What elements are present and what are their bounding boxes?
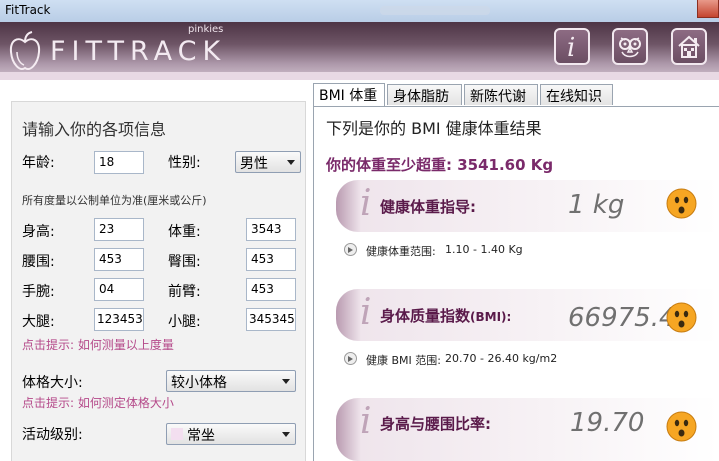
chevron-down-icon <box>287 160 295 165</box>
logo-subtitle: pinkies <box>188 24 224 35</box>
hip-label: 臀围: <box>168 254 201 270</box>
card-title-suffix: (BMI): <box>470 310 512 324</box>
units-note: 所有度量以公制单位为准(厘米或公斤) <box>22 194 207 207</box>
waist-label: 腰围: <box>22 254 55 270</box>
bmi-card: i 身体质量指数(BMI): 66975.4 <box>336 289 719 341</box>
forearm-label: 前臂: <box>168 284 201 300</box>
healthy-weight-card: i 健康体重指导: 1 kg <box>336 180 719 232</box>
card-value: 66975.4 <box>568 303 676 333</box>
activity-level-value: 常坐 <box>187 428 215 444</box>
range-value: 1.10 - 1.40 Kg <box>445 243 523 256</box>
measure-hint-link[interactable]: 点击提示: 如何测量以上度量 <box>22 336 174 353</box>
app-header: FITTRACK pinkies i <box>0 22 719 80</box>
weight-label: 体重: <box>168 224 201 240</box>
age-label: 年龄: <box>22 155 55 171</box>
calf-label: 小腿: <box>168 314 201 330</box>
height-label: 身高: <box>22 224 55 240</box>
worried-face-icon <box>666 302 697 333</box>
chevron-down-icon <box>282 379 290 384</box>
age-input[interactable]: 18 <box>94 151 144 174</box>
home-button[interactable] <box>671 28 707 65</box>
thigh-input[interactable]: 123453 <box>94 308 144 331</box>
owl-icon <box>619 37 641 58</box>
card-title-main: 身体质量指数 <box>380 307 471 325</box>
owl-button[interactable] <box>612 28 648 65</box>
wrist-input[interactable]: 04 <box>94 278 144 301</box>
range-value: 20.70 - 26.40 kg/m2 <box>445 352 558 365</box>
card-title: 身体质量指数(BMI): <box>380 305 511 326</box>
card-title: 身高与腰围比率: <box>380 415 491 433</box>
header-band <box>0 72 719 80</box>
card-title: 健康体重指导: <box>380 198 476 216</box>
calf-input[interactable]: 345345 <box>246 308 296 331</box>
apple-logo-icon <box>9 31 41 70</box>
hip-input[interactable]: 453 <box>246 248 296 271</box>
activity-level-select[interactable]: 常坐 <box>166 423 296 445</box>
window-title: FitTrack <box>5 3 51 17</box>
close-button[interactable] <box>697 0 719 18</box>
overweight-text: 你的体重至少超重: 3541.60 Kg <box>326 156 554 174</box>
gender-select[interactable]: 男性 <box>235 151 301 173</box>
frame-size-select[interactable]: 较小体格 <box>166 370 296 392</box>
results-heading: 下列是你的 BMI 健康体重结果 <box>326 119 542 138</box>
card-value: 19.70 <box>570 408 645 438</box>
tab-metabolism[interactable]: 新陈代谢 <box>464 84 538 105</box>
forearm-input[interactable]: 453 <box>246 278 296 301</box>
info-icon: i <box>567 33 575 60</box>
title-blur <box>380 6 490 15</box>
tab-bmi-weight[interactable]: BMI 体重 <box>313 83 385 106</box>
worried-face-icon <box>666 188 697 219</box>
tab-body-fat[interactable]: 身体脂肪 <box>387 84 462 105</box>
logo-text: FITTRACK <box>50 36 227 67</box>
card-value: 1 kg <box>568 190 625 220</box>
wrist-label: 手腕: <box>22 284 55 300</box>
range-arrow-icon <box>344 243 357 256</box>
form-title: 请输入你的各项信息 <box>22 120 167 139</box>
gender-label: 性别: <box>168 155 201 171</box>
info-icon: i <box>360 401 372 442</box>
height-input[interactable]: 23 <box>94 218 144 241</box>
svg-text:i: i <box>567 33 575 60</box>
tab-online-knowledge[interactable]: 在线知识 <box>540 84 613 105</box>
range-arrow-icon <box>344 352 357 365</box>
thigh-label: 大腿: <box>22 314 55 330</box>
title-bar: FitTrack <box>0 0 719 23</box>
waist-input[interactable]: 453 <box>94 248 144 271</box>
range-label: 健康 BMI 范围: <box>366 354 441 367</box>
weight-input[interactable]: 3543 <box>246 218 296 241</box>
info-icon: i <box>360 183 372 224</box>
activity-swatch <box>171 428 183 440</box>
frame-hint-link[interactable]: 点击提示: 如何测定体格大小 <box>22 394 174 411</box>
chevron-down-icon <box>282 432 290 437</box>
activity-level-label: 活动级别: <box>22 427 83 443</box>
range-label: 健康体重范围: <box>366 245 436 258</box>
worried-face-icon <box>666 411 697 442</box>
info-button[interactable]: i <box>554 28 590 65</box>
info-icon: i <box>360 292 372 333</box>
waist-height-ratio-card: i 身高与腰围比率: 19.70 <box>336 398 719 461</box>
frame-size-value: 较小体格 <box>171 375 227 391</box>
gender-value: 男性 <box>240 156 268 172</box>
home-icon <box>678 35 700 58</box>
frame-size-label: 体格大小: <box>22 375 83 391</box>
